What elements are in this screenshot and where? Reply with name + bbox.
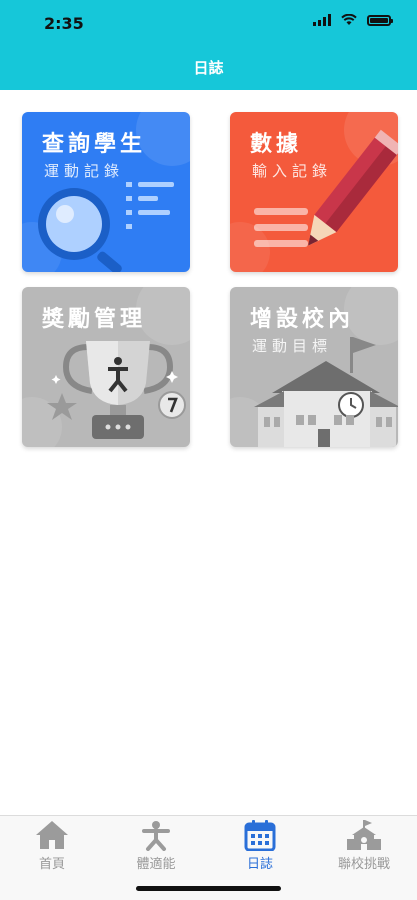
school-challenge-icon (347, 820, 381, 850)
tab-journal[interactable]: 日誌 (208, 816, 312, 876)
signal-icon (313, 14, 331, 26)
status-time: 2:35 (44, 14, 84, 33)
status-icons (313, 14, 393, 26)
wifi-icon (341, 14, 357, 25)
card-title: 增設校內 (250, 307, 355, 332)
card-title: 獎勵管理 (42, 307, 147, 332)
card-title: 查詢學生 (42, 132, 147, 157)
fitness-icon (142, 821, 170, 851)
add-school-goals-card[interactable]: 增設校內 運動目標 (230, 287, 398, 447)
rewards-management-card[interactable]: 獎勵管理 (22, 287, 190, 447)
calendar-icon (244, 820, 276, 851)
nav-bar: 日誌 (0, 44, 417, 90)
tab-fitness[interactable]: 體適能 (104, 816, 208, 876)
search-student-card[interactable]: 查詢學生 運動記錄 (22, 112, 190, 272)
tab-label: 體適能 (136, 857, 176, 872)
tab-label: 首頁 (38, 857, 65, 872)
tab-home[interactable]: 首頁 (0, 816, 104, 876)
home-icon (36, 821, 68, 849)
tab-school-challenge[interactable]: 聯校挑戰 (312, 816, 416, 876)
data-input-card[interactable]: 數據 輸入記錄 (230, 112, 398, 272)
home-indicator (136, 886, 281, 891)
card-subtitle: 運動目標 (252, 337, 333, 355)
card-subtitle: 輸入記錄 (252, 162, 333, 180)
battery-icon (367, 14, 393, 26)
tab-label: 日誌 (246, 857, 273, 872)
card-title: 數據 (250, 132, 303, 157)
status-bar: 2:35 (0, 0, 417, 44)
page-title: 日誌 (193, 59, 224, 77)
card-subtitle: 運動記錄 (44, 162, 125, 180)
tab-label: 聯校挑戰 (337, 857, 390, 872)
